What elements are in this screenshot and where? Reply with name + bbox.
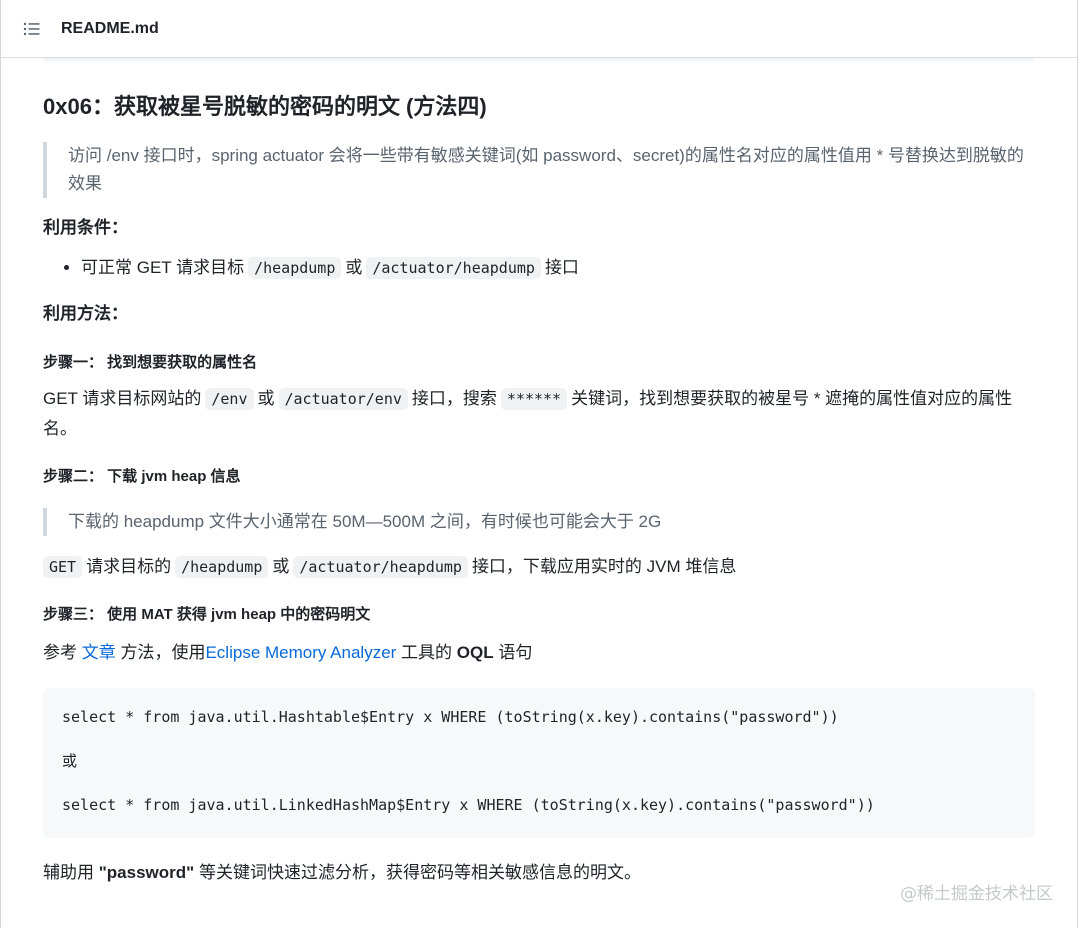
final-paragraph: 辅助用 "password" 等关键词快速过滤分析，获得密码等相关敏感信息的明文… [43, 858, 1035, 888]
step2-text: 请求目标的 [86, 557, 172, 576]
step2-or: 或 [272, 557, 290, 576]
blockquote-env: 访问 /env 接口时，spring actuator 会将一些带有敏感关键词(… [43, 142, 1035, 198]
step3-paragraph: 参考 文章 方法，使用Eclipse Memory Analyzer 工具的 O… [43, 638, 1035, 668]
oql-code-block[interactable]: select * from java.util.Hashtable$Entry … [43, 688, 1035, 838]
conditions-list: 可正常 GET 请求目标/heapdump或/actuator/heapdump… [43, 254, 1035, 282]
condition-or: 或 [345, 258, 363, 277]
step3-ref-mid2: 工具的 [401, 643, 453, 662]
watermark-text: @稀土掘金技术社区 [900, 884, 1053, 904]
final-suffix: 等关键词快速过滤分析，获得密码等相关敏感信息的明文。 [198, 863, 641, 882]
list-item: 可正常 GET 请求目标/heapdump或/actuator/heapdump… [81, 254, 1035, 282]
step2-title: 步骤二： 下载 jvm heap 信息 [43, 468, 241, 485]
oql-bold: OQL [456, 643, 494, 662]
inline-code: /heapdump [248, 257, 342, 279]
final-prefix: 辅助用 [43, 863, 94, 882]
inline-code: GET [43, 556, 83, 578]
file-header: README.md [1, 0, 1077, 58]
code-line: 或 [62, 752, 78, 770]
step3-ref-prefix: 参考 [43, 643, 77, 662]
article-link[interactable]: 文章 [82, 643, 116, 662]
step1-text: GET 请求目标网站的 [43, 389, 202, 408]
file-title: README.md [61, 19, 159, 37]
step1-title: 步骤一： 找到想要获取的属性名 [43, 354, 258, 371]
condition-text: 可正常 GET 请求目标 [81, 258, 245, 277]
outline-list-icon[interactable] [23, 21, 41, 37]
code-line: select * from java.util.Hashtable$Entry … [62, 708, 839, 726]
sticky-shadow [43, 58, 1035, 64]
step3-title: 步骤三： 使用 MAT 获得 jvm heap 中的密码明文 [43, 606, 371, 623]
inline-code: ****** [500, 388, 568, 410]
section-title: 0x06：获取被星号脱敏的密码的明文 (方法四) [43, 94, 487, 119]
inline-code: /heapdump [175, 556, 269, 578]
step1-or: 或 [257, 389, 275, 408]
inline-code: /actuator/env [278, 388, 408, 410]
inline-code: /actuator/heapdump [366, 257, 541, 279]
eclipse-mat-link[interactable]: Eclipse Memory Analyzer [205, 643, 396, 662]
step1-mid: 接口，搜索 [411, 389, 497, 408]
step2-paragraph: GET 请求目标的/heapdump 或/actuator/heapdump 接口，下… [43, 552, 1035, 582]
step2-suffix: 接口，下载应用实时的 JVM 堆信息 [471, 557, 737, 576]
blockquote-heapdump: 下载的 heapdump 文件大小通常在 50M—500M 之间，有时候也可能会… [43, 508, 1035, 536]
markdown-body: 0x06：获取被星号脱敏的密码的明文 (方法四) 访问 /env 接口时，spr… [1, 92, 1077, 888]
step3-ref-mid: 方法，使用 [120, 643, 206, 662]
inline-code: /actuator/heapdump [293, 556, 468, 578]
condition-suffix: 接口 [544, 258, 579, 277]
password-bold: "password" [98, 863, 195, 882]
step1-paragraph: GET 请求目标网站的/env 或/actuator/env 接口，搜索 ******… [43, 384, 1035, 444]
method-label: 利用方法： [43, 304, 128, 323]
readme-frame: README.md 0x06：获取被星号脱敏的密码的明文 (方法四) 访问 /e… [0, 0, 1078, 928]
step3-ref-suffix: 语句 [498, 643, 533, 662]
inline-code: /env [205, 388, 254, 410]
code-line: select * from java.util.LinkedHashMap$En… [62, 796, 875, 814]
conditions-label: 利用条件： [43, 218, 128, 237]
